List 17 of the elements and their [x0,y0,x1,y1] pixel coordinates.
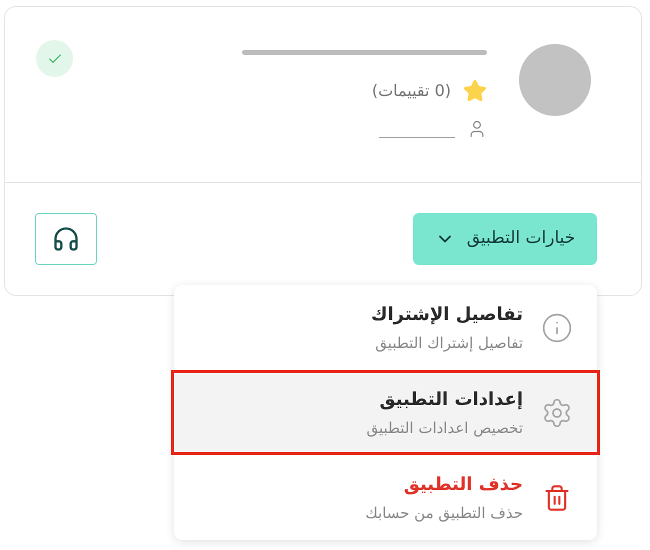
settings-icon [541,396,573,428]
menu-item[interactable]: تفاصيل الإشتراك تفاصيل إشتراك التطبيق [174,285,597,370]
menu-item-title: إعدادات التطبيق [378,388,523,412]
info-icon [541,312,573,344]
app-options-button[interactable]: خيارات التطبيق [413,213,597,265]
menu-item[interactable]: حذف التطبيق حذف التطبيق من حسابك [174,455,597,540]
ratings-count: (0 تقييمات) [372,80,451,102]
menu-item-subtitle: تخصيص اعدادات التطبيق [366,418,523,439]
menu-item-subtitle: حذف التطبيق من حسابك [365,502,523,524]
menu-item-title: حذف التطبيق [402,472,523,497]
support-button[interactable] [35,213,97,265]
headset-icon [52,225,80,253]
menu-item-subtitle: تفاصيل إشتراك التطبيق [374,332,523,354]
star-icon [463,79,487,103]
menu-item[interactable]: إعدادات التطبيق تخصيص اعدادات التطبيق [171,370,600,455]
menu-item-title: تفاصيل الإشتراك [370,302,523,327]
trash-icon [543,484,571,512]
